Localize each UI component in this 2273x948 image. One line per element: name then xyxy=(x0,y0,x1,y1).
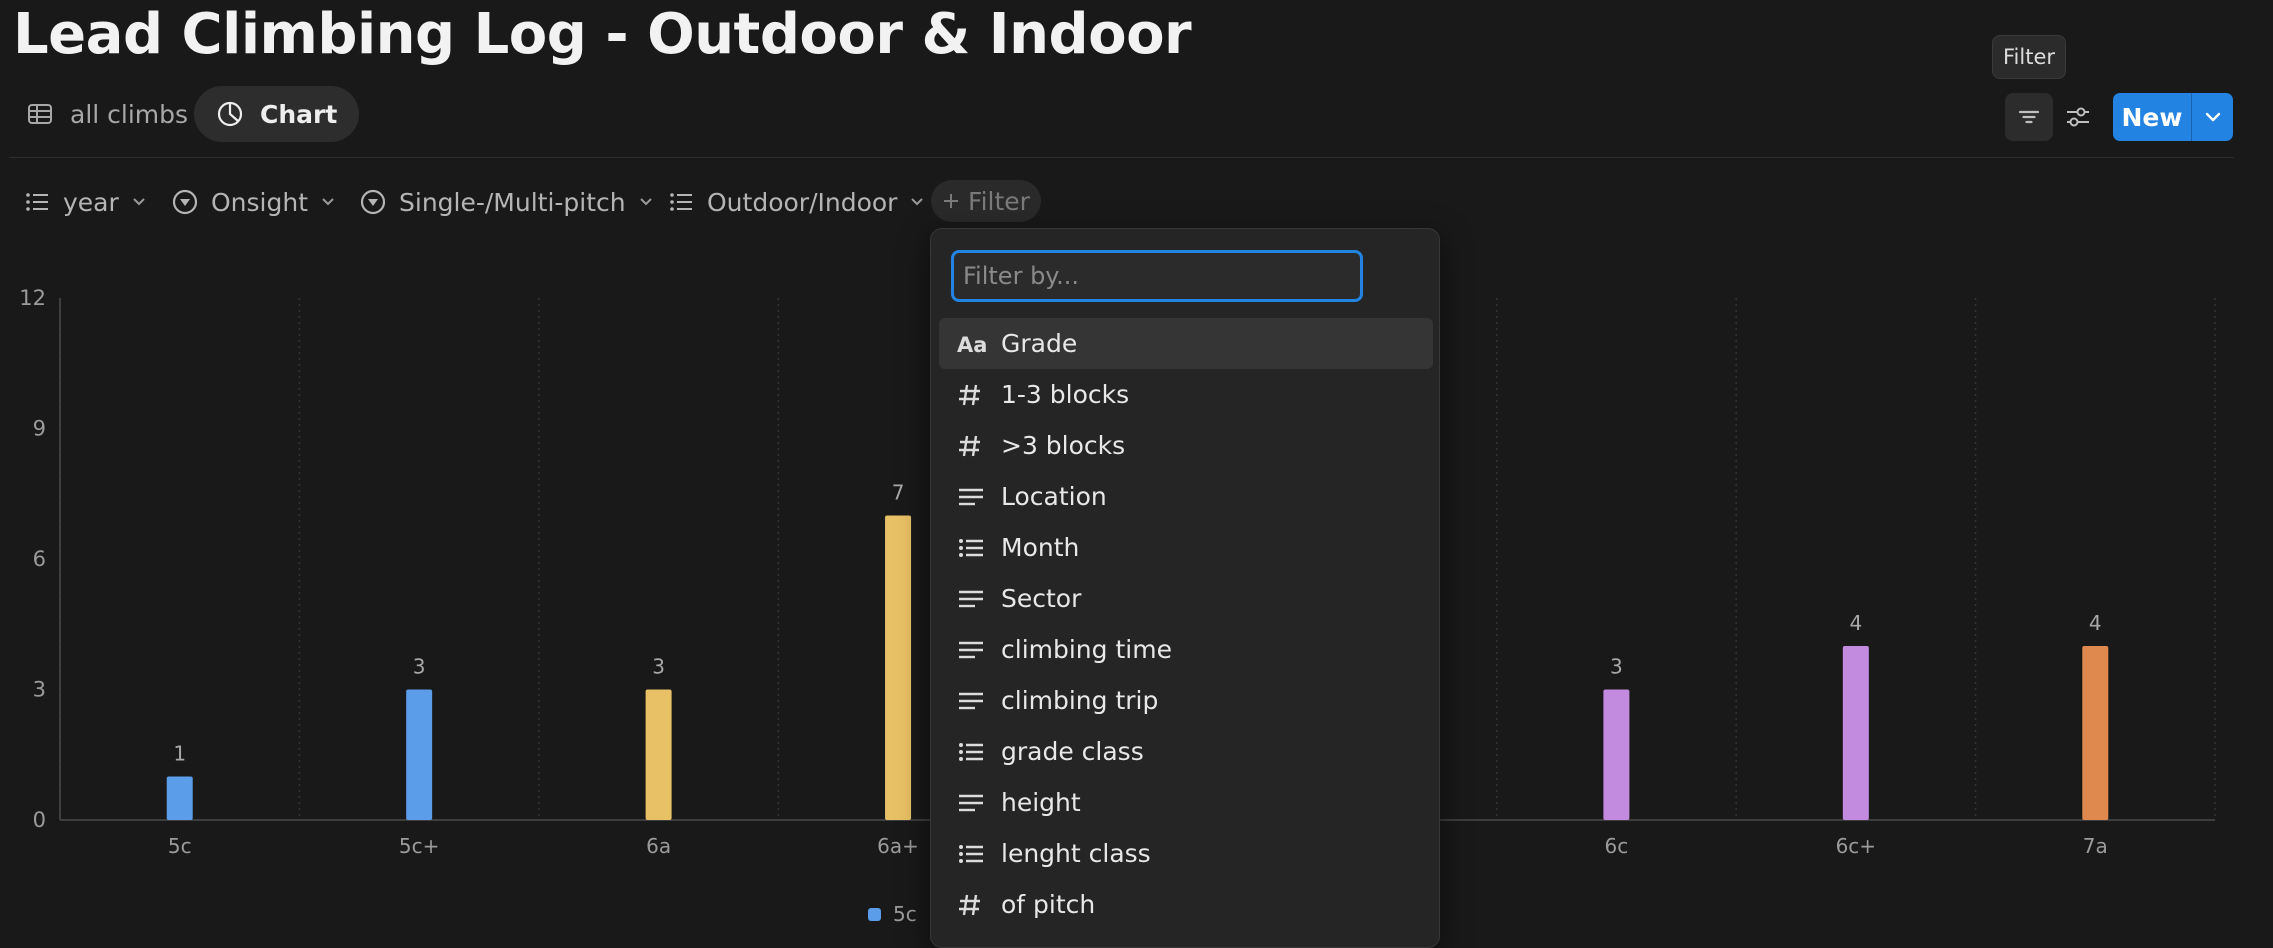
filter-property-label: height xyxy=(1001,788,1081,817)
bar-6c[interactable] xyxy=(1603,689,1630,821)
filter-property-item[interactable]: Month xyxy=(939,522,1433,573)
data-label: 3 xyxy=(413,655,426,679)
text-lines-icon xyxy=(957,688,999,714)
filter-property-label: >3 blocks xyxy=(1001,431,1126,460)
x-tick-label: 6a xyxy=(646,834,671,858)
filter-property-item[interactable]: climbing time xyxy=(939,624,1433,675)
data-label: 4 xyxy=(2089,611,2102,635)
filter-property-item[interactable]: Location xyxy=(939,471,1433,522)
list-icon xyxy=(957,841,999,867)
filter-property-item[interactable]: >3 blocks xyxy=(939,420,1433,471)
x-tick-label: 5c xyxy=(168,834,192,858)
text-aa-icon: Aa xyxy=(957,332,999,356)
x-tick-label: 6a+ xyxy=(877,834,919,858)
y-tick-label: 9 xyxy=(33,417,46,441)
filter-property-label: Sector xyxy=(1001,584,1082,613)
filter-property-item[interactable]: Sector xyxy=(939,573,1433,624)
y-tick-label: 3 xyxy=(33,678,46,702)
x-tick-label: 5c+ xyxy=(399,834,439,858)
number-icon xyxy=(957,892,999,918)
x-tick-label: 6c+ xyxy=(1836,834,1876,858)
list-icon xyxy=(957,535,999,561)
filter-search-input[interactable] xyxy=(951,250,1363,302)
bar-5c[interactable] xyxy=(166,776,193,821)
filter-property-label: of pitch xyxy=(1001,890,1096,919)
y-tick-label: 12 xyxy=(19,286,46,310)
filter-property-item[interactable]: Aa Grade xyxy=(939,318,1433,369)
x-tick-label: 7a xyxy=(2083,834,2108,858)
text-lines-icon xyxy=(957,586,999,612)
legend-swatch xyxy=(868,907,881,921)
svg-text:Aa: Aa xyxy=(957,333,987,356)
legend-label: 5c xyxy=(893,902,917,926)
data-label: 7 xyxy=(892,481,905,505)
chart-legend: 5c xyxy=(868,902,917,926)
filter-property-list: Aa Grade 1-3 blocks >3 blocks Location Month S… xyxy=(939,318,1433,930)
text-lines-icon xyxy=(957,484,999,510)
x-tick-label: 6c xyxy=(1605,834,1629,858)
number-icon xyxy=(957,382,999,408)
filter-property-item[interactable]: height xyxy=(939,777,1433,828)
filter-property-label: climbing time xyxy=(1001,635,1172,664)
data-label: 4 xyxy=(1849,611,1862,635)
filter-property-item[interactable]: 1-3 blocks xyxy=(939,369,1433,420)
data-label: 3 xyxy=(652,655,665,679)
filter-property-label: lenght class xyxy=(1001,839,1151,868)
y-tick-label: 6 xyxy=(33,547,46,571)
list-icon xyxy=(957,739,999,765)
bar-6a+[interactable] xyxy=(885,515,912,821)
filter-property-item[interactable]: grade class xyxy=(939,726,1433,777)
text-lines-icon xyxy=(957,637,999,663)
filter-property-item[interactable]: lenght class xyxy=(939,828,1433,879)
filter-property-label: Location xyxy=(1001,482,1107,511)
filter-property-item[interactable]: of pitch xyxy=(939,879,1433,930)
filter-popup: Aa Grade 1-3 blocks >3 blocks Location Month S… xyxy=(930,228,1440,948)
data-label: 1 xyxy=(173,742,186,766)
data-label: 3 xyxy=(1610,655,1623,679)
number-icon xyxy=(957,433,999,459)
text-lines-icon xyxy=(957,790,999,816)
filter-property-label: climbing trip xyxy=(1001,686,1159,715)
y-tick-label: 0 xyxy=(33,808,46,832)
filter-property-label: grade class xyxy=(1001,737,1144,766)
filter-property-label: 1-3 blocks xyxy=(1001,380,1130,409)
filter-property-label: Grade xyxy=(1001,329,1078,358)
filter-property-item[interactable]: climbing trip xyxy=(939,675,1433,726)
filter-property-label: Month xyxy=(1001,533,1080,562)
bar-6a[interactable] xyxy=(645,689,672,821)
bar-5c+[interactable] xyxy=(406,689,433,821)
bar-7a[interactable] xyxy=(2082,646,2109,820)
bar-6c+[interactable] xyxy=(1842,646,1869,820)
